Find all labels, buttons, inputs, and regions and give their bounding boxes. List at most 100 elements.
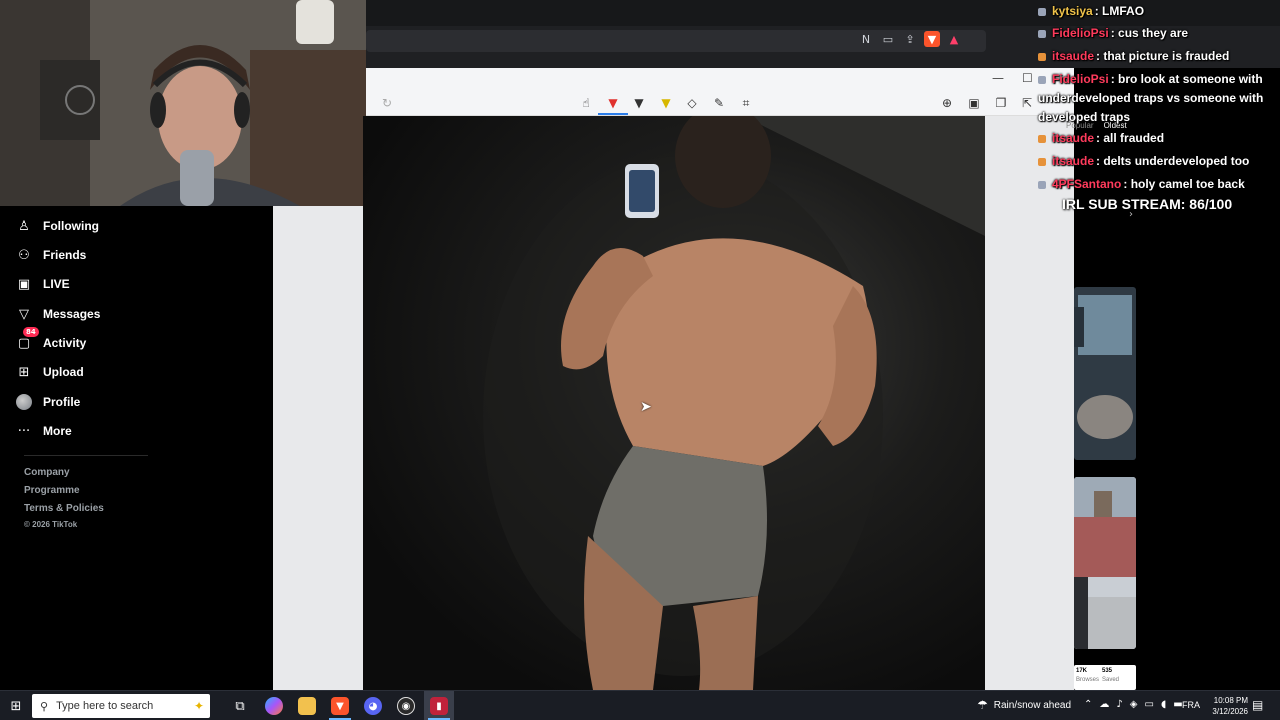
- redo-icon[interactable]: ↻: [378, 94, 396, 112]
- pen-red-icon[interactable]: ▼: [604, 94, 622, 112]
- start-button[interactable]: ⊞: [0, 691, 32, 720]
- eraser-icon[interactable]: ◇: [683, 94, 701, 112]
- brave-shield-icon[interactable]: ▼: [924, 31, 940, 47]
- sidebar-item-upload[interactable]: ⊞ Upload: [16, 360, 84, 384]
- sidebar-item-label: Activity: [43, 336, 87, 350]
- chat-username: kytsiya: [1052, 4, 1093, 18]
- task-view-icon: ⧉: [235, 698, 245, 714]
- photo-figure: [363, 116, 985, 690]
- sidebar-item-activity[interactable]: ▢ 84 Activity: [16, 327, 87, 355]
- input-language[interactable]: FRA: [1182, 700, 1200, 710]
- chat-message: itsaude: delts underdeveloped too: [1038, 152, 1278, 171]
- highlighter-icon[interactable]: ▼: [657, 94, 675, 112]
- microphone-icon[interactable]: ♪: [1116, 699, 1122, 710]
- gym-back-pose-photo: [363, 116, 985, 690]
- sidebar-item-profile[interactable]: Profile: [16, 390, 80, 414]
- copy-icon[interactable]: ❐: [992, 94, 1010, 112]
- cast-icon[interactable]: ▭: [880, 31, 896, 47]
- sidebar-item-following[interactable]: ♙ Following: [16, 214, 99, 238]
- taskbar-app-viewer[interactable]: ▮: [424, 691, 454, 720]
- footer-terms-link[interactable]: Terms & Policies: [24, 503, 104, 514]
- mouse-cursor: ➤: [640, 399, 652, 415]
- sidebar-item-friends[interactable]: ⚇ Friends: [16, 243, 86, 267]
- viewer-margin-left: [273, 206, 363, 690]
- ruler-icon[interactable]: ✎: [710, 94, 728, 112]
- sidebar-item-label: Profile: [43, 395, 81, 409]
- volume-icon[interactable]: ◖: [1161, 699, 1166, 710]
- onedrive-icon[interactable]: ☁: [1099, 699, 1109, 710]
- chat-username: FidelioPsi: [1052, 26, 1109, 40]
- sidebar-item-more[interactable]: ··· More: [16, 419, 72, 443]
- chevron-up-icon[interactable]: ⌃: [1084, 699, 1092, 710]
- sidebar-item-label: Following: [43, 219, 99, 233]
- sidebar-divider: [24, 455, 148, 456]
- messages-icon: ▽: [19, 306, 29, 322]
- chat-message: itsaude: all frauded: [1038, 129, 1278, 148]
- screen: N ▭ ⇪ ▼ ▲ ↻ ☝ ▼ ▼ ▼ ◇ ✎ ⌗ ⊕ ▣ ❐ ⇱ — ☐ ➤ …: [0, 0, 1280, 720]
- minimize-icon[interactable]: —: [992, 71, 1004, 85]
- save-icon[interactable]: ▣: [965, 94, 983, 112]
- browser-extensions: N ▭ ⇪ ▼ ▲: [858, 31, 962, 47]
- pen-black-icon[interactable]: ▼: [630, 94, 648, 112]
- viewer-margin-right: [984, 116, 1074, 690]
- activity-badge: 84: [23, 327, 39, 337]
- user-badge-icon: [1038, 7, 1046, 16]
- sidebar-item-label: More: [43, 424, 72, 438]
- brave-rewards-icon[interactable]: ▲: [946, 31, 962, 47]
- footer-copyright: © 2026 TikTok: [24, 520, 78, 529]
- zoom-in-icon[interactable]: ⊕: [938, 94, 956, 112]
- windows-logo-icon: ⊞: [10, 698, 22, 714]
- chat-text: : that picture is frauded: [1096, 49, 1230, 63]
- user-badge-icon: [1038, 157, 1046, 166]
- sidebar-item-label: Friends: [43, 248, 87, 262]
- user-badge-icon: [1038, 75, 1046, 84]
- share-out-icon[interactable]: ⇱: [1018, 94, 1036, 112]
- sidebar-item-live[interactable]: ▣ LIVE: [16, 272, 70, 296]
- weather-widget[interactable]: ☂ Rain/snow ahead: [977, 698, 1071, 712]
- more-icon: ···: [17, 423, 31, 439]
- sidebar-item-messages[interactable]: ▽ Messages: [16, 302, 100, 326]
- sidebar-item-label: Upload: [43, 365, 84, 379]
- taskbar-app-explorer[interactable]: [292, 691, 322, 720]
- chat-username: itsaude: [1052, 154, 1095, 168]
- share-icon[interactable]: ⇪: [902, 31, 918, 47]
- discord-icon: ◕: [364, 697, 382, 715]
- taskbar-app-copilot[interactable]: [259, 691, 289, 720]
- activity-icon: ▢ 84: [16, 327, 39, 351]
- sub-goal-counter: IRL SUB STREAM: 86/100: [1062, 196, 1233, 212]
- search-icon: ⚲: [40, 699, 49, 713]
- chat-username: FidelioPsi: [1052, 72, 1109, 86]
- system-tray: ⌃ ☁ ♪ ◈ ▭ ◖ ▬: [1084, 699, 1183, 710]
- windows-taskbar: ⊞ ⚲ Type here to search ✦ ⧉ ▼ ◕ ◉ ▮ ☂ Ra…: [0, 690, 1280, 720]
- taskbar-app-brave[interactable]: ▼: [325, 691, 355, 720]
- footer-company-link[interactable]: Company: [24, 467, 70, 478]
- taskbar-app-obs[interactable]: ◉: [391, 691, 421, 720]
- user-badge-icon: [1038, 29, 1046, 38]
- footer-programme-link[interactable]: Programme: [24, 485, 80, 496]
- maximize-icon[interactable]: ☐: [1022, 71, 1033, 85]
- video-thumbnail[interactable]: [1074, 477, 1136, 649]
- crop-icon[interactable]: ⌗: [737, 94, 755, 112]
- taskbar-app-discord[interactable]: ◕: [358, 691, 388, 720]
- touch-draw-icon[interactable]: ☝: [577, 94, 595, 112]
- translate-icon[interactable]: N: [858, 31, 874, 47]
- taskbar-search[interactable]: ⚲ Type here to search ✦: [32, 694, 210, 718]
- network-icon[interactable]: ▭: [1144, 699, 1153, 710]
- chat-message: itsaude: that picture is frauded: [1038, 47, 1278, 66]
- active-tool-indicator: [598, 113, 628, 115]
- viewer-app-icon: ▮: [430, 697, 448, 715]
- stat-views-value: 17K: [1076, 668, 1088, 674]
- thumbnail-image: [1074, 287, 1136, 460]
- upload-icon: ⊞: [18, 364, 30, 380]
- search-highlight-icon: ✦: [193, 699, 204, 713]
- task-view-button[interactable]: ⧉: [226, 691, 254, 720]
- taskbar-clock[interactable]: 10:08 PM 3/12/2026: [1200, 695, 1248, 717]
- user-badge-icon: [1038, 134, 1046, 143]
- user-badge-icon: [1038, 180, 1046, 189]
- video-thumbnail[interactable]: [1074, 287, 1136, 460]
- folder-icon: [298, 697, 316, 715]
- avatar: [16, 394, 32, 410]
- security-icon[interactable]: ◈: [1130, 699, 1138, 710]
- stat-views-label: Browses: [1076, 677, 1100, 683]
- notification-icon[interactable]: ▤: [1252, 698, 1263, 712]
